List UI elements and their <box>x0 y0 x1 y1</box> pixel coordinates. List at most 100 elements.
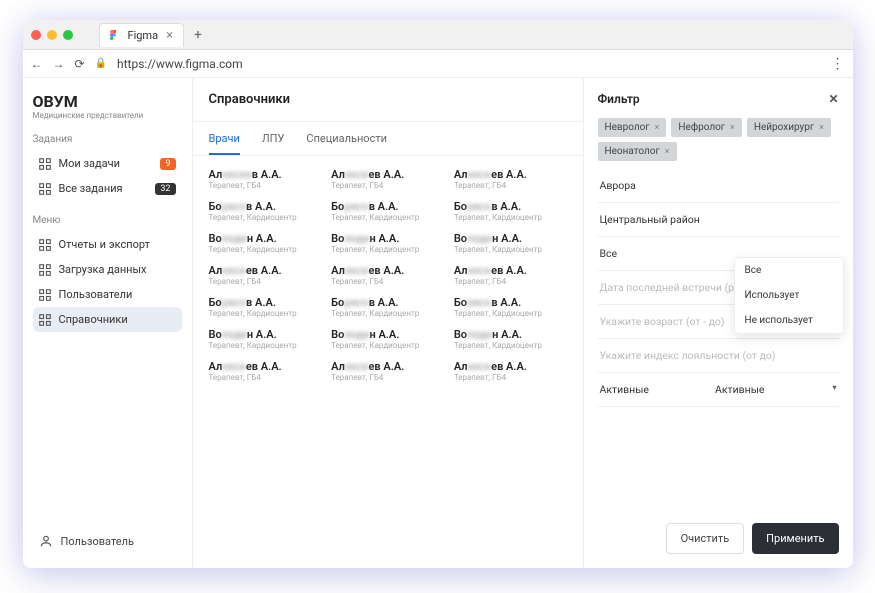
remove-tag-icon[interactable]: × <box>819 123 824 133</box>
doctor-item[interactable]: Володин А.А.Терапевт, Кардиоцентр <box>209 328 322 350</box>
dropdown-option[interactable]: Не использует <box>735 308 843 333</box>
doctor-item[interactable]: Алексеев А.А.Терапевт, ГБ4 <box>209 168 322 190</box>
window-minimize-icon[interactable] <box>47 30 57 40</box>
badge: 32 <box>155 183 175 195</box>
doctor-subtitle: Терапевт, ГБ4 <box>454 277 567 286</box>
sidebar-item[interactable]: Пользователи <box>33 282 182 307</box>
filter-field-company[interactable]: Аврора <box>598 169 839 203</box>
sidebar-user[interactable]: Пользователь <box>33 528 182 554</box>
doctor-subtitle: Терапевт, ГБ4 <box>331 373 444 382</box>
usage-dropdown: ВсеИспользуетНе использует <box>734 257 844 334</box>
apply-button[interactable]: Применить <box>752 523 838 554</box>
doctor-name: Алексеев А.А. <box>331 168 444 181</box>
doctor-item[interactable]: Володин А.А.Терапевт, Кардиоцентр <box>454 328 567 350</box>
sidebar-section-menu: Меню <box>33 215 182 226</box>
figma-logo-icon <box>110 30 120 40</box>
sidebar-item[interactable]: Мои задачи9 <box>33 151 182 176</box>
doctor-item[interactable]: Володин А.А.Терапевт, Кардиоцентр <box>454 232 567 254</box>
new-tab-icon[interactable]: + <box>194 27 202 43</box>
filter-active-value: Активные <box>715 383 764 396</box>
doctor-item[interactable]: Борисов А.А.Терапевт, Кардиоцентр <box>454 296 567 318</box>
doctor-item[interactable]: Борисов А.А.Терапевт, Кардиоцентр <box>209 296 322 318</box>
lock-icon: 🔒 <box>95 58 107 69</box>
doctor-name: Борисов А.А. <box>209 296 322 309</box>
doctor-subtitle: Терапевт, Кардиоцентр <box>209 245 322 254</box>
doctor-subtitle: Терапевт, ГБ4 <box>209 181 322 190</box>
doctor-item[interactable]: Алексеев А.А.Терапевт, ГБ4 <box>331 360 444 382</box>
content-tabs: Врачи ЛПУ Специальности <box>193 122 583 156</box>
content-tab[interactable]: Врачи <box>209 132 240 155</box>
doctor-item[interactable]: Володин А.А.Терапевт, Кардиоцентр <box>331 232 444 254</box>
sidebar-item-label: Загрузка данных <box>59 263 147 276</box>
doctor-item[interactable]: Алексеев А.А.Терапевт, ГБ4 <box>209 264 322 286</box>
doctor-item[interactable]: Володин А.А.Терапевт, Кардиоцентр <box>209 232 322 254</box>
sidebar-item[interactable]: Все задания32 <box>33 176 182 201</box>
doctor-subtitle: Терапевт, Кардиоцентр <box>209 213 322 222</box>
filter-tag[interactable]: Неонатолог× <box>598 142 677 161</box>
filter-tag[interactable]: Нейрохирург× <box>747 118 831 137</box>
filter-field-district[interactable]: Центральный район <box>598 203 839 237</box>
doctor-item[interactable]: Алексеев А.А.Терапевт, ГБ4 <box>209 360 322 382</box>
app-root: ОВУМ Медицинские представители Задания М… <box>23 78 853 568</box>
browser-tab[interactable]: Figma × <box>99 23 185 47</box>
sidebar-section-tasks: Задания <box>33 134 182 145</box>
reload-icon[interactable]: ⟳ <box>75 57 85 71</box>
clear-button[interactable]: Очистить <box>666 523 745 554</box>
content-tab[interactable]: Специальности <box>306 132 387 155</box>
doctor-item[interactable]: Борисов А.А.Терапевт, Кардиоцентр <box>454 200 567 222</box>
browser-address-bar: ← → ⟳ 🔒 https://www.figma.com ⋮ <box>23 50 853 78</box>
doctor-item[interactable]: Алексеев А.А.Терапевт, ГБ4 <box>454 264 567 286</box>
doctor-subtitle: Терапевт, Кардиоцентр <box>331 309 444 318</box>
browser-menu-icon[interactable]: ⋮ <box>831 56 845 72</box>
sidebar-item[interactable]: Справочники <box>33 307 182 332</box>
grid-icon <box>39 264 51 276</box>
doctor-name: Алексеев А.А. <box>454 264 567 277</box>
doctor-name: Борисов А.А. <box>454 296 567 309</box>
doctor-subtitle: Терапевт, Кардиоцентр <box>454 341 567 350</box>
content-tab[interactable]: ЛПУ <box>262 132 285 155</box>
doctor-item[interactable]: Володин А.А.Терапевт, Кардиоцентр <box>331 328 444 350</box>
doctor-item[interactable]: Алексеев А.А.Терапевт, ГБ4 <box>454 168 567 190</box>
doctor-subtitle: Терапевт, Кардиоцентр <box>454 309 567 318</box>
sidebar-item[interactable]: Отчеты и экспорт <box>33 232 182 257</box>
doctor-item[interactable]: Алексеев А.А.Терапевт, ГБ4 <box>454 360 567 382</box>
window-close-icon[interactable] <box>31 30 41 40</box>
doctor-name: Алексеев А.А. <box>454 168 567 181</box>
grid-icon <box>39 314 51 326</box>
doctor-name: Володин А.А. <box>331 232 444 245</box>
doctor-name: Алексеев А.А. <box>209 168 322 181</box>
filter-field-active[interactable]: Активные Активные ▾ <box>598 373 839 407</box>
doctor-name: Алексеев А.А. <box>331 264 444 277</box>
remove-tag-icon[interactable]: × <box>665 147 670 157</box>
filter-tag[interactable]: Невролог× <box>598 118 667 137</box>
close-icon[interactable]: ✕ <box>828 92 838 106</box>
remove-tag-icon[interactable]: × <box>655 123 660 133</box>
doctor-item[interactable]: Алексеев А.А.Терапевт, ГБ4 <box>331 168 444 190</box>
sidebar-item[interactable]: Загрузка данных <box>33 257 182 282</box>
filter-tag[interactable]: Нефролог× <box>671 118 741 137</box>
doctor-subtitle: Терапевт, Кардиоцентр <box>331 245 444 254</box>
window-maximize-icon[interactable] <box>63 30 73 40</box>
doctor-name: Борисов А.А. <box>454 200 567 213</box>
doctor-subtitle: Терапевт, ГБ4 <box>454 181 567 190</box>
dropdown-option[interactable]: Использует <box>735 283 843 308</box>
url-text[interactable]: https://www.figma.com <box>117 57 243 71</box>
back-icon[interactable]: ← <box>31 57 43 71</box>
doctor-subtitle: Терапевт, ГБ4 <box>331 277 444 286</box>
doctor-item[interactable]: Борисов А.А.Терапевт, Кардиоцентр <box>209 200 322 222</box>
filter-field-usage[interactable]: Все ВсеИспользуетНе использует <box>598 237 839 271</box>
doctor-item[interactable]: Борисов А.А.Терапевт, Кардиоцентр <box>331 296 444 318</box>
doctor-item[interactable]: Алексеев А.А.Терапевт, ГБ4 <box>331 264 444 286</box>
close-icon[interactable]: × <box>166 28 173 43</box>
doctor-name: Борисов А.А. <box>331 200 444 213</box>
dropdown-option[interactable]: Все <box>735 258 843 283</box>
doctor-name: Борисов А.А. <box>331 296 444 309</box>
doctor-subtitle: Терапевт, Кардиоцентр <box>209 341 322 350</box>
filter-field-loyalty[interactable]: Укажите индекс лояльности (от до) <box>598 339 839 373</box>
doctor-item[interactable]: Борисов А.А.Терапевт, Кардиоцентр <box>331 200 444 222</box>
doctor-name: Володин А.А. <box>209 232 322 245</box>
filter-header: Фильтр ✕ <box>598 92 839 106</box>
forward-icon[interactable]: → <box>53 57 65 71</box>
user-icon <box>39 534 53 548</box>
remove-tag-icon[interactable]: × <box>730 123 735 133</box>
